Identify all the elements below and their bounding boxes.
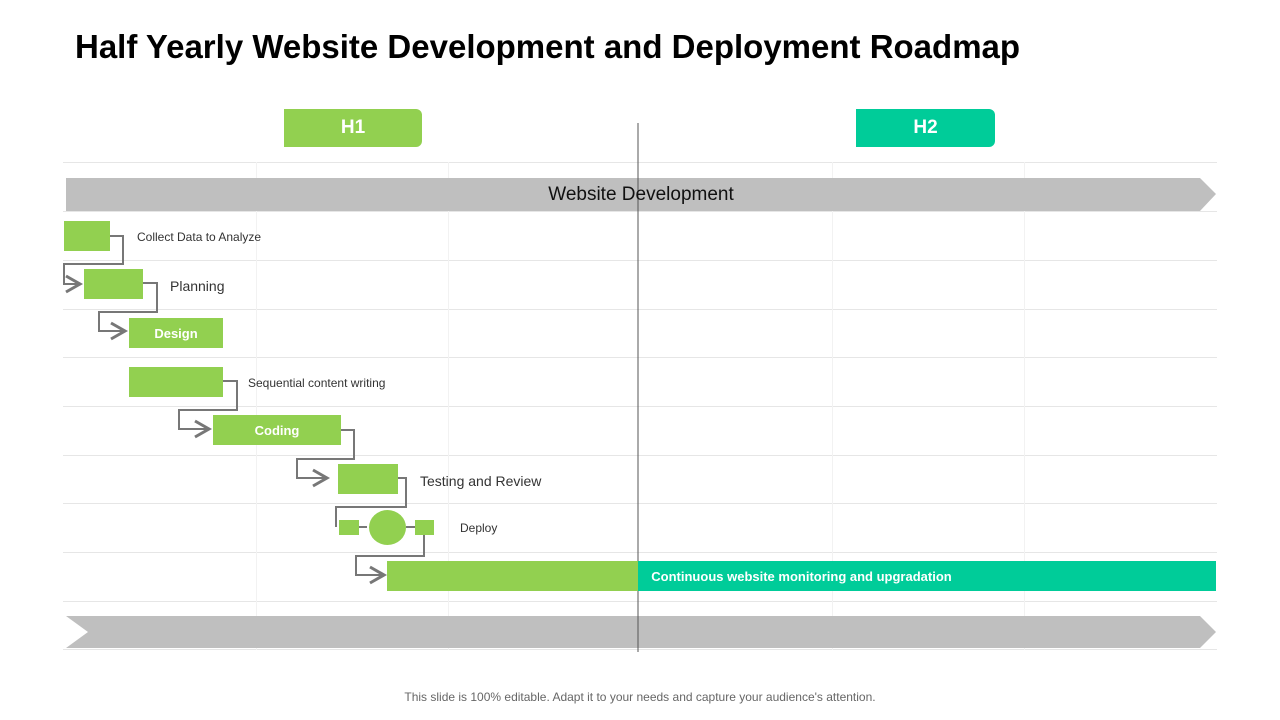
deploy-block	[415, 520, 434, 535]
task-bar-testing	[338, 464, 398, 494]
task-label: Continuous website monitoring and upgrad…	[651, 568, 952, 584]
task-bar-collect-data	[64, 221, 110, 251]
deploy-milestone-icon	[369, 510, 406, 545]
task-label: Planning	[170, 278, 225, 294]
footer-note: This slide is 100% editable. Adapt it to…	[404, 690, 876, 704]
task-label: Collect Data to Analyze	[137, 230, 262, 244]
task-bar-planning	[84, 269, 143, 299]
task-label: Sequential content writing	[248, 376, 386, 390]
roadmap-slide: Half Yearly Website Development and Depl…	[0, 0, 1280, 720]
deploy-block	[339, 520, 359, 535]
task-bar-design: Design	[129, 318, 223, 348]
bottom-arrow	[66, 616, 1216, 648]
task-bar-coding: Coding	[213, 415, 341, 445]
phase-banner-label: Website Development	[548, 183, 734, 205]
connectors-layer	[63, 123, 1216, 652]
task-label: Deploy	[460, 521, 498, 535]
task-bar-monitoring: Continuous website monitoring and upgrad…	[387, 561, 1216, 591]
task-label: Testing and Review	[420, 473, 542, 489]
task-bar-content-writing	[129, 367, 223, 397]
